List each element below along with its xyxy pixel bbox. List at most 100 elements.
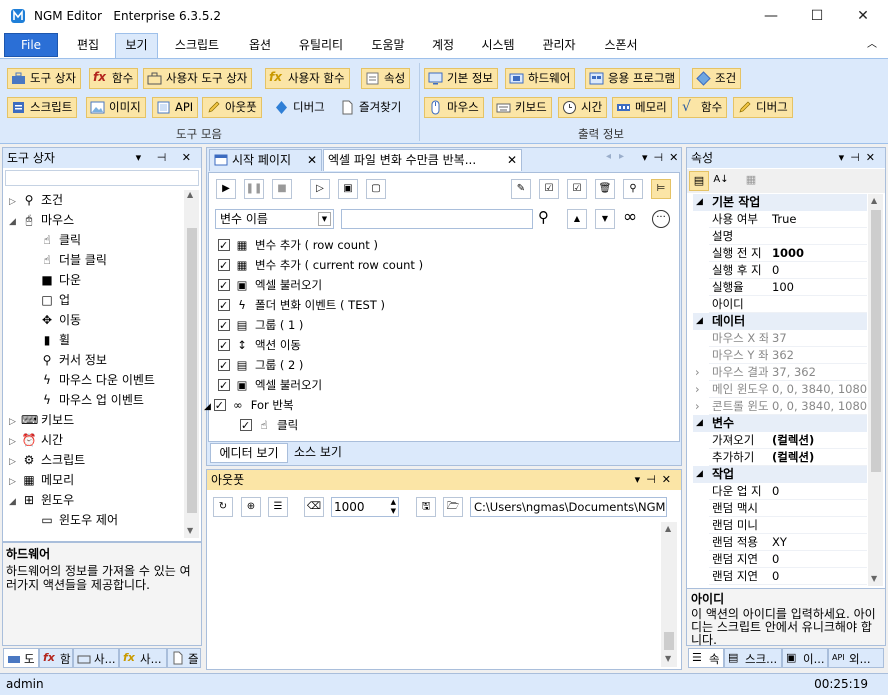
expand-icon[interactable]: › xyxy=(695,398,700,415)
property-row[interactable]: 실행 후 지 0 xyxy=(709,262,867,279)
bottom-tab-image[interactable]: ▣ 이... xyxy=(782,648,828,668)
search-icon[interactable]: ⚲ xyxy=(538,208,549,226)
property-value[interactable]: 0 xyxy=(772,262,779,279)
toolbox-button[interactable]: 도구 상자 xyxy=(7,68,81,89)
event-checkbox[interactable] xyxy=(218,296,230,316)
properties-button[interactable]: 속성 xyxy=(361,68,411,89)
toolbox-item[interactable]: ϟ 마우스 다운 이벤트 xyxy=(27,370,155,390)
event-item[interactable]: ▤ 그룹 ( 2 ) xyxy=(218,355,303,376)
expander-icon[interactable]: ▷ xyxy=(9,412,21,432)
property-value[interactable]: 100 xyxy=(772,279,794,296)
function-info-button[interactable]: √ 함수 xyxy=(678,97,728,118)
tab-utility[interactable]: 유틸리티 xyxy=(291,36,351,58)
bottom-tab-properties[interactable]: ☰ 속 xyxy=(688,648,724,668)
collapse-icon[interactable]: ◢ xyxy=(696,313,703,330)
move-down-button[interactable]: ▼ xyxy=(595,209,615,229)
toolbox-item[interactable]: ◢ ⊞ 윈도우 xyxy=(9,490,74,510)
toolbox-scrollbar[interactable]: ▲ ▼ xyxy=(184,190,199,538)
toolbox-item[interactable]: ▷ ⏰ 시간 xyxy=(9,430,63,450)
event-checkbox[interactable] xyxy=(218,256,230,276)
tab-account[interactable]: 계정 xyxy=(424,36,462,58)
properties-pane-controls[interactable]: ▾⊣✕ xyxy=(839,148,881,168)
favorites-button[interactable]: 즐겨찾기 xyxy=(336,97,406,118)
bottom-tab-favorites[interactable]: 즐 xyxy=(167,648,201,668)
clear-output-button[interactable]: ↻ xyxy=(213,497,233,517)
collapse-ribbon-icon[interactable]: ︿ xyxy=(862,36,882,58)
property-value[interactable]: 0, 0, 3840, 1080 xyxy=(772,398,867,415)
property-row[interactable]: 아이디 xyxy=(709,296,867,313)
toolbox-item[interactable]: ☝ 더블 클릭 xyxy=(27,250,107,270)
event-item[interactable]: ϟ 폴더 변화 이벤트 ( TEST ) xyxy=(218,295,385,316)
wrap-button[interactable]: ☰ xyxy=(268,497,288,517)
event-checkbox[interactable] xyxy=(218,316,230,336)
event-item[interactable]: ▣ 엑셀 불러오기 xyxy=(218,275,322,296)
edit-button[interactable]: ✎ xyxy=(511,179,531,199)
keyboard-info-button[interactable]: 키보드 xyxy=(492,97,552,118)
bottom-tab-toolbox[interactable]: 도 xyxy=(3,648,39,668)
stop-button[interactable]: ■ xyxy=(272,179,292,199)
play-button[interactable]: ▶ xyxy=(216,179,236,199)
toolbox-scroll-thumb[interactable] xyxy=(187,228,197,513)
output-pane-controls[interactable]: ▾⊣✕ xyxy=(635,470,677,490)
property-value[interactable]: True xyxy=(772,211,796,228)
property-row[interactable]: › 메인 윈도우 0, 0, 3840, 1080 xyxy=(695,381,867,398)
event-item[interactable]: ◢ ∞ For 반복 xyxy=(204,395,294,416)
more-options-icon[interactable]: ··· xyxy=(652,210,670,228)
tab-help[interactable]: 도움말 xyxy=(364,36,412,58)
editor-pane-controls[interactable]: ▾⊣✕ xyxy=(642,151,684,164)
basic-info-button[interactable]: 기본 정보 xyxy=(424,68,498,89)
toolbox-item[interactable]: ☝ 클릭 xyxy=(27,230,81,250)
property-value[interactable]: 37, 362 xyxy=(772,364,816,381)
open-folder-button[interactable]: 🗁 xyxy=(443,497,463,517)
toolbox-item[interactable]: ϟ 마우스 업 이벤트 xyxy=(27,390,144,410)
delete-button[interactable]: 🗑 xyxy=(595,179,615,199)
api-button[interactable]: API xyxy=(152,97,199,118)
search-button[interactable]: ⚲ xyxy=(623,179,643,199)
debug-info-button[interactable]: 디버그 xyxy=(733,97,793,118)
event-item[interactable]: ▦ 변수 추가 ( current row count ) xyxy=(218,255,423,276)
toolbox-item[interactable]: ▷ ⚙ 스크립트 xyxy=(9,450,85,470)
save-output-button[interactable]: 🖫 xyxy=(416,497,436,517)
property-row[interactable]: 가져오기 (컬렉션) xyxy=(709,432,867,449)
event-item[interactable]: ↕ 액션 이동 xyxy=(218,335,301,356)
event-item[interactable]: ☝ 클릭 xyxy=(240,415,298,436)
condition-button[interactable]: 조건 xyxy=(692,68,742,89)
property-value[interactable]: 37 xyxy=(772,330,787,347)
check-button[interactable]: ☑ xyxy=(567,179,587,199)
variable-input[interactable] xyxy=(341,209,533,229)
property-row[interactable]: 랜덤 지연 0 xyxy=(709,568,867,585)
expand-icon[interactable]: › xyxy=(695,381,700,398)
toolbox-item[interactable]: ▭ 윈도우 제어 xyxy=(27,510,118,530)
bottom-tab-external[interactable]: API 외... xyxy=(828,648,884,668)
tab-view[interactable]: 보기 xyxy=(115,33,158,58)
event-checkbox[interactable] xyxy=(218,336,230,356)
memory-info-button[interactable]: 메모리 xyxy=(612,97,672,118)
property-row[interactable]: 랜덤 미니 xyxy=(709,517,867,534)
categorized-icon[interactable]: ▤ xyxy=(689,171,709,191)
tab-excel-loop[interactable]: 엑셀 파일 변화 수만큼 반복... ✕ xyxy=(323,149,522,171)
maximize-button[interactable]: ☐ xyxy=(794,0,840,32)
property-category[interactable]: ◢ 데이터 xyxy=(693,313,867,330)
toolbox-item[interactable]: ✥ 이동 xyxy=(27,310,81,330)
property-category[interactable]: ◢ 작업 xyxy=(693,466,867,483)
event-checkbox[interactable] xyxy=(218,356,230,376)
expand-icon[interactable]: › xyxy=(695,364,700,381)
bottom-tab-user-function[interactable]: fx 사... xyxy=(119,648,167,668)
event-item[interactable]: ▣ 엑셀 불러오기 xyxy=(218,375,322,396)
tab-start-page[interactable]: 시작 페이지 ✕ xyxy=(209,149,322,171)
property-row[interactable]: 랜덤 적용 XY xyxy=(709,534,867,551)
toolbox-item[interactable]: ▷ ▦ 메모리 xyxy=(9,470,74,490)
time-info-button[interactable]: 시간 xyxy=(558,97,608,118)
toolbox-item[interactable]: □ 업 xyxy=(27,290,70,310)
minimize-button[interactable]: — xyxy=(748,0,794,32)
tab-script[interactable]: 스크립트 xyxy=(167,36,227,58)
user-toolbox-button[interactable]: 사용자 도구 상자 xyxy=(143,68,253,89)
property-row[interactable]: › 콘트롤 윈도 0, 0, 3840, 1080 xyxy=(695,398,867,415)
step-into-button[interactable]: ▣ xyxy=(338,179,358,199)
function-button[interactable]: fx 함수 xyxy=(89,68,139,89)
close-tab-icon[interactable]: ✕ xyxy=(507,150,517,170)
tab-nav-arrows[interactable]: ◂▸ xyxy=(606,151,632,162)
property-pages-icon[interactable]: ▦ xyxy=(741,171,761,191)
property-value[interactable]: (컬렉션) xyxy=(772,432,814,449)
output-button[interactable]: 아웃풋 xyxy=(202,97,262,118)
